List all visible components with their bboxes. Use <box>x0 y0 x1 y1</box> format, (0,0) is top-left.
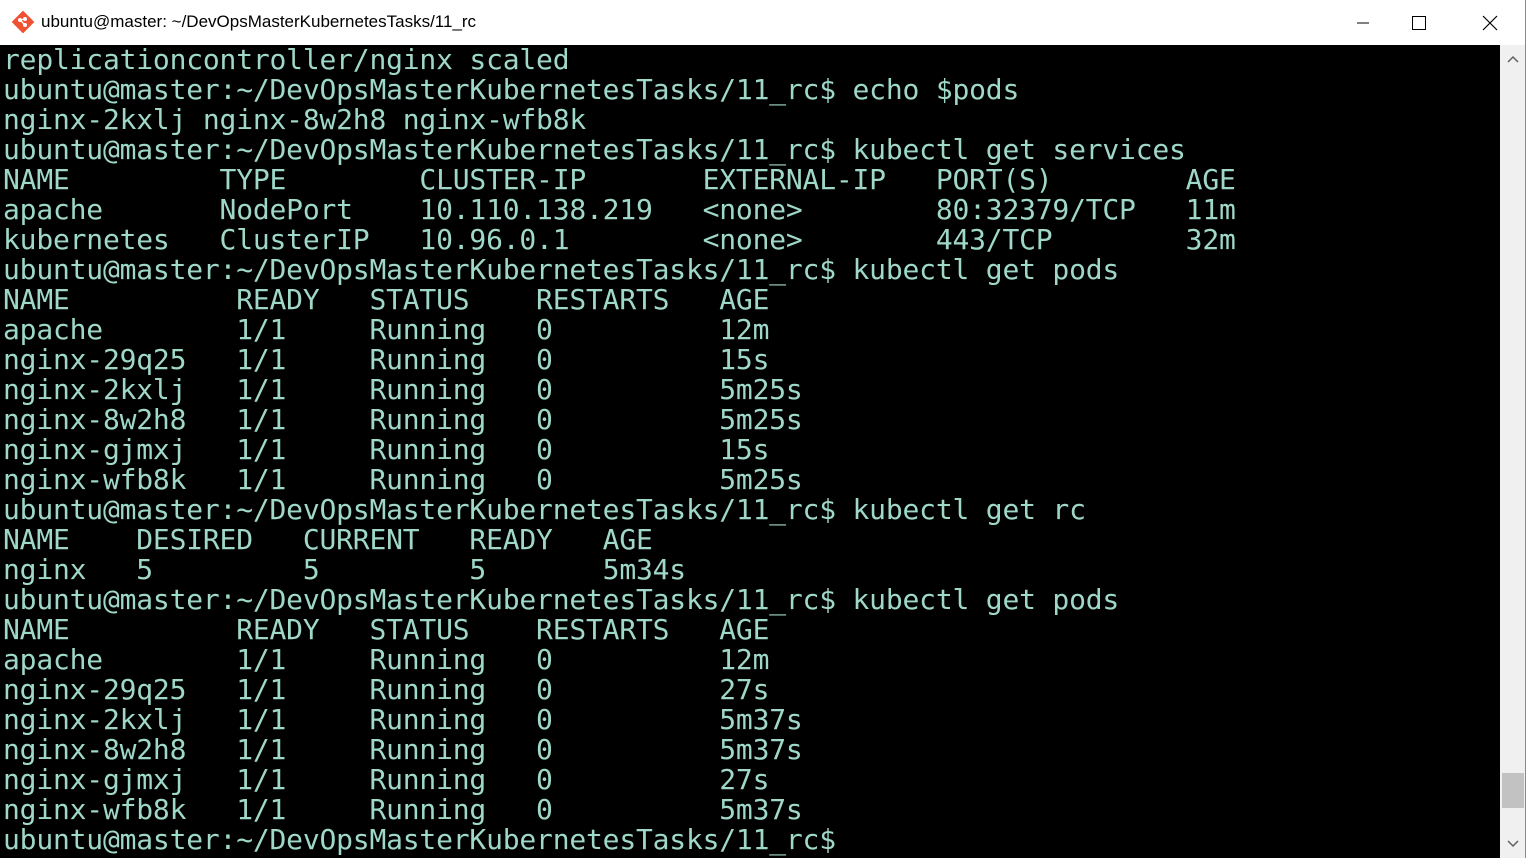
terminal-line: nginx-8w2h8 1/1 Running 0 5m37s <box>3 733 803 766</box>
window-title: ubuntu@master: ~/DevOpsMasterKubernetesT… <box>41 12 477 31</box>
terminal-line: ubuntu@master:~/DevOpsMasterKubernetesTa… <box>3 823 836 856</box>
scroll-down-arrow-icon <box>1507 835 1519 853</box>
scroll-up-arrow-icon <box>1507 50 1519 68</box>
terminal-line: apache 1/1 Running 0 12m <box>3 313 770 346</box>
scrollbar-thumb[interactable] <box>1502 773 1524 809</box>
terminal-line: replicationcontroller/nginx scaled <box>3 45 570 76</box>
git-bash-diamond-icon <box>11 10 35 34</box>
scroll-down-button[interactable] <box>1500 830 1526 858</box>
maximize-button[interactable] <box>1396 0 1442 45</box>
terminal-line: NAME DESIRED CURRENT READY AGE <box>3 523 653 556</box>
terminal-line: ubuntu@master:~/DevOpsMasterKubernetesTa… <box>3 493 1086 526</box>
terminal-line: kubernetes ClusterIP 10.96.0.1 <none> 44… <box>3 223 1236 256</box>
terminal-line: nginx-wfb8k 1/1 Running 0 5m25s <box>3 463 803 496</box>
terminal-line: nginx-2kxlj 1/1 Running 0 5m37s <box>3 703 803 736</box>
terminal-line: apache 1/1 Running 0 12m <box>3 643 770 676</box>
terminal-line: NAME TYPE CLUSTER-IP EXTERNAL-IP PORT(S)… <box>3 163 1236 196</box>
terminal-line: nginx-gjmxj 1/1 Running 0 15s <box>3 433 770 466</box>
terminal-line: NAME READY STATUS RESTARTS AGE <box>3 283 770 316</box>
close-icon <box>1482 15 1498 31</box>
terminal-line: NAME READY STATUS RESTARTS AGE <box>3 613 770 646</box>
terminal-line: nginx-8w2h8 1/1 Running 0 5m25s <box>3 403 803 436</box>
minimize-icon <box>1356 16 1370 30</box>
terminal-line: nginx-29q25 1/1 Running 0 15s <box>3 343 770 376</box>
close-button[interactable] <box>1467 0 1513 45</box>
terminal-line: nginx-gjmxj 1/1 Running 0 27s <box>3 763 770 796</box>
terminal-line: nginx-29q25 1/1 Running 0 27s <box>3 673 770 706</box>
scroll-up-button[interactable] <box>1500 45 1526 73</box>
terminal-line: ubuntu@master:~/DevOpsMasterKubernetesTa… <box>3 583 1120 616</box>
terminal-line: ubuntu@master:~/DevOpsMasterKubernetesTa… <box>3 253 1120 286</box>
terminal-line: ubuntu@master:~/DevOpsMasterKubernetesTa… <box>3 133 1186 166</box>
maximize-icon <box>1411 15 1427 31</box>
terminal-line: nginx-wfb8k 1/1 Running 0 5m37s <box>3 793 803 826</box>
terminal-line: nginx-2kxlj nginx-8w2h8 nginx-wfb8k <box>3 103 587 136</box>
terminal-line: ubuntu@master:~/DevOpsMasterKubernetesTa… <box>3 73 1020 106</box>
terminal-line: apache NodePort 10.110.138.219 <none> 80… <box>3 193 1236 226</box>
terminal-line: nginx-2kxlj 1/1 Running 0 5m25s <box>3 373 803 406</box>
terminal-line: nginx 5 5 5 5m34s <box>3 553 686 586</box>
minimize-button[interactable] <box>1340 0 1386 45</box>
window-titlebar[interactable]: ubuntu@master: ~/DevOpsMasterKubernetesT… <box>0 0 1526 45</box>
terminal-output[interactable]: replicationcontroller/nginx scaled ubuntu… <box>0 45 1500 858</box>
vertical-scrollbar[interactable] <box>1500 45 1526 858</box>
